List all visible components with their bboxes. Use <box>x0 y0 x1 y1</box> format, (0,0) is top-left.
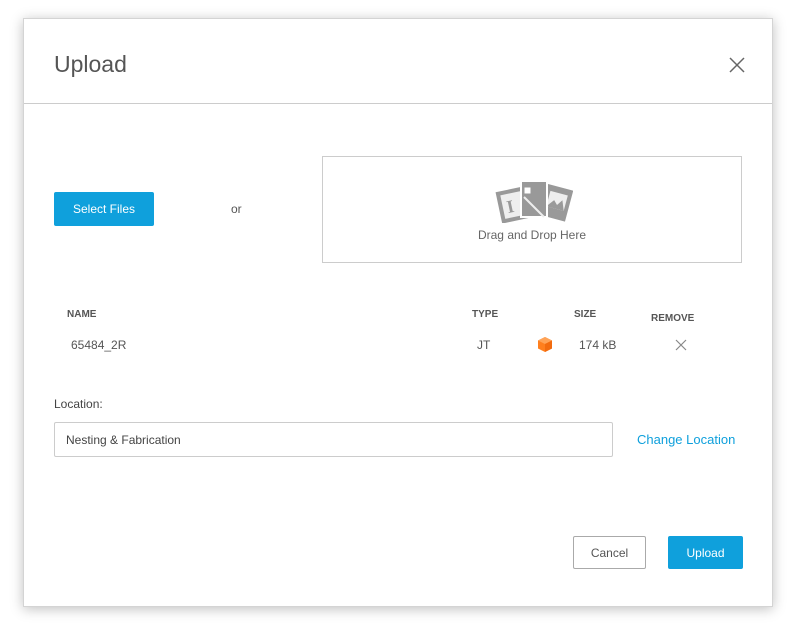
cube-icon <box>538 337 552 352</box>
dialog-title: Upload <box>54 51 127 77</box>
header-size: SIZE <box>574 309 597 320</box>
close-icon[interactable] <box>727 55 747 75</box>
cancel-button[interactable]: Cancel <box>573 536 646 569</box>
drop-zone[interactable]: I Drag and Drop Here <box>322 156 742 263</box>
location-label: Location: <box>54 397 103 411</box>
header-type: TYPE <box>472 309 499 320</box>
file-type: JT <box>477 338 491 352</box>
file-name: 65484_2R <box>71 338 127 352</box>
remove-icon[interactable] <box>675 339 687 351</box>
files-icon: I <box>495 180 573 223</box>
or-label: or <box>231 202 242 216</box>
divider <box>24 103 772 104</box>
upload-button[interactable]: Upload <box>668 536 743 569</box>
select-files-button[interactable]: Select Files <box>54 192 154 226</box>
location-input[interactable]: Nesting & Fabrication <box>54 422 613 457</box>
file-size: 174 kB <box>579 338 617 352</box>
change-location-link[interactable]: Change Location <box>637 432 735 447</box>
upload-dialog: Upload Select Files or I Drag and Drop H… <box>23 18 773 607</box>
header-remove: REMOVE <box>651 313 695 324</box>
header-name: NAME <box>67 309 97 320</box>
drop-label: Drag and Drop Here <box>477 228 587 242</box>
